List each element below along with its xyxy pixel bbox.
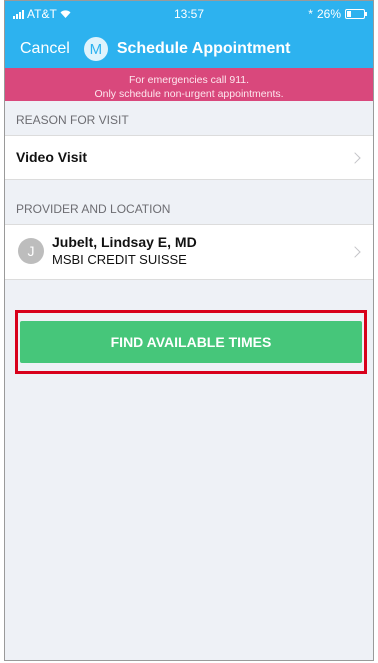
chevron-right-icon — [349, 151, 361, 164]
find-available-times-button[interactable]: FIND AVAILABLE TIMES — [20, 321, 362, 363]
page-title: Schedule Appointment — [116, 40, 291, 57]
navigation-bar: Cancel M Schedule Appointment — [5, 35, 373, 63]
cancel-button[interactable]: Cancel — [20, 40, 70, 58]
emergency-banner: For emergencies call 911. Only schedule … — [5, 68, 373, 101]
provider-section-header: PROVIDER AND LOCATION — [16, 202, 171, 216]
reason-section-header: REASON FOR VISIT — [16, 113, 129, 127]
provider-name: Jubelt, Lindsay E, MD — [52, 234, 197, 250]
bluetooth-icon: * — [308, 7, 313, 21]
button-highlight-box: FIND AVAILABLE TIMES — [15, 310, 367, 374]
chevron-right-icon — [349, 246, 361, 258]
status-bar: AT&T 13:57 * 26% — [5, 5, 373, 23]
provider-row[interactable]: J Jubelt, Lindsay E, MD MSBI CREDIT SUIS… — [5, 224, 373, 280]
app-header: AT&T 13:57 * 26% Cancel M Schedule Appoi… — [5, 1, 373, 68]
emergency-line: For emergencies call 911. — [128, 74, 250, 86]
battery-info: * 26% — [308, 7, 367, 21]
visit-type-label: Video Visit — [16, 149, 88, 165]
battery-icon — [345, 9, 367, 19]
user-avatar: M — [83, 37, 108, 61]
phone-screen: AT&T 13:57 * 26% Cancel M Schedule Appoi… — [4, 0, 374, 661]
visit-type-row[interactable]: Video Visit — [5, 135, 373, 180]
non-urgent-line: Only schedule non-urgent appointments. — [94, 88, 284, 100]
provider-avatar: J — [18, 238, 44, 264]
battery-percent: 26% — [316, 7, 341, 21]
provider-location: MSBI CREDIT SUISSE — [52, 252, 187, 267]
